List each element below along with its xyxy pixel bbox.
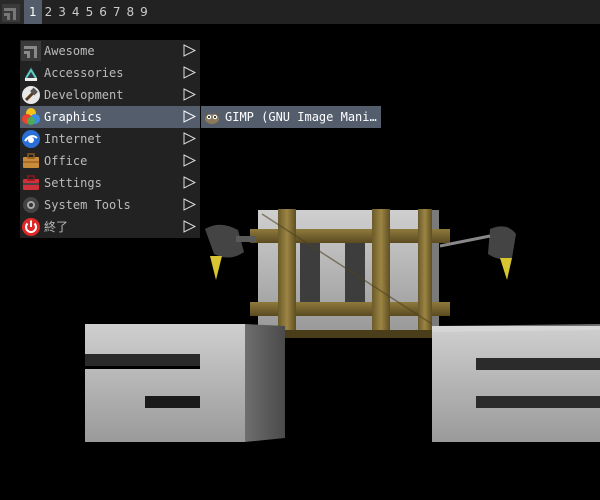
chevron-right-icon — [183, 176, 196, 189]
office-icon — [23, 153, 39, 168]
menu-label: Internet — [44, 132, 102, 146]
menu-label: System Tools — [44, 198, 131, 212]
tag-3[interactable]: 3 — [55, 0, 69, 24]
menu-item-system-tools[interactable]: System Tools — [20, 194, 200, 216]
menu-label: Office — [44, 154, 88, 168]
crate-graphic — [250, 209, 450, 338]
menu-label: Development — [44, 88, 124, 102]
awesome-launcher-icon — [2, 4, 20, 22]
menu-item-accessories[interactable]: Accessories — [20, 62, 200, 84]
taglist: 1 2 3 4 5 6 7 8 9 — [24, 0, 151, 24]
chevron-right-icon — [183, 88, 196, 101]
tag-2[interactable]: 2 — [42, 0, 56, 24]
launcher-button[interactable] — [0, 0, 24, 24]
tag-8[interactable]: 8 — [123, 0, 137, 24]
chevron-right-icon — [183, 154, 196, 167]
menu-label: Accessories — [44, 66, 124, 80]
awesome-icon — [21, 41, 41, 61]
gimp-icon — [204, 112, 220, 124]
letter-e-graphic — [432, 324, 600, 442]
menu-label: Graphics — [44, 110, 102, 124]
power-icon — [22, 218, 40, 236]
chevron-right-icon — [183, 44, 196, 57]
graphics-submenu: GIMP (GNU Image Mani… — [201, 106, 381, 128]
menu-item-internet[interactable]: Internet — [20, 128, 200, 150]
top-wibar: 1 2 3 4 5 6 7 8 9 — [0, 0, 600, 24]
tag-5[interactable]: 5 — [83, 0, 97, 24]
settings-icon — [23, 175, 39, 190]
chevron-right-icon — [183, 198, 196, 211]
tag-6[interactable]: 6 — [96, 0, 110, 24]
tag-7[interactable]: 7 — [110, 0, 124, 24]
tag-4[interactable]: 4 — [69, 0, 83, 24]
internet-icon — [22, 130, 40, 148]
accessories-icon — [24, 66, 38, 81]
chevron-right-icon — [183, 66, 196, 79]
development-icon — [22, 86, 40, 104]
menu-item-development[interactable]: Development — [20, 84, 200, 106]
menu-label: Awesome — [44, 44, 95, 58]
tag-9[interactable]: 9 — [137, 0, 151, 24]
chevron-right-icon — [183, 110, 196, 123]
menu-item-gimp[interactable]: GIMP (GNU Image Mani… — [201, 106, 381, 128]
menu-item-settings[interactable]: Settings — [20, 172, 200, 194]
menu-item-office[interactable]: Office — [20, 150, 200, 172]
right-drill-graphic — [439, 226, 516, 280]
chevron-right-icon — [183, 220, 196, 233]
main-menu: Awesome Accessories Development Graphics… — [20, 40, 200, 238]
menu-item-awesome[interactable]: Awesome — [20, 40, 200, 62]
chevron-right-icon — [183, 132, 196, 145]
menu-item-graphics[interactable]: Graphics — [20, 106, 200, 128]
system-tools-icon — [23, 197, 39, 213]
left-drill-graphic — [205, 224, 256, 280]
menu-label: 終了 — [44, 220, 69, 234]
menu-label: Settings — [44, 176, 102, 190]
letter-a-graphic — [85, 324, 285, 442]
menu-item-quit[interactable]: 終了 — [20, 216, 200, 238]
graphics-icon — [22, 108, 40, 125]
menu-label: GIMP (GNU Image Mani… — [225, 110, 377, 124]
tag-1[interactable]: 1 — [24, 0, 42, 24]
